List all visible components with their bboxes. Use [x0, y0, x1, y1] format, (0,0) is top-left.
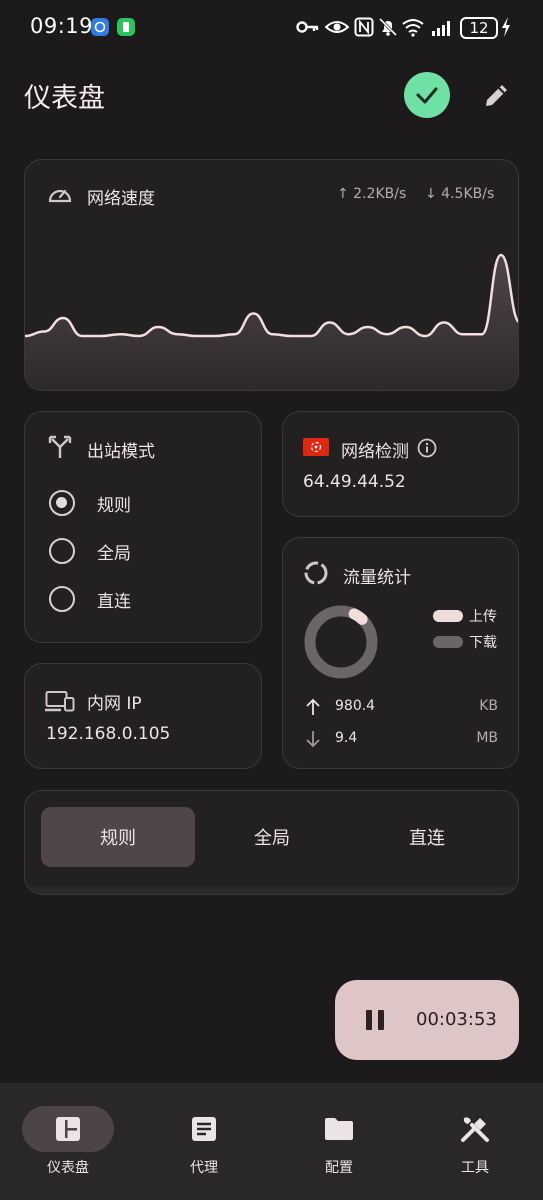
nav-proxy[interactable]: 代理: [136, 1083, 272, 1200]
upload-legend-swatch: [433, 610, 463, 622]
nfc-icon: [354, 16, 374, 38]
info-icon[interactable]: [417, 438, 437, 462]
hong-kong-flag-icon: [303, 438, 329, 460]
download-legend-swatch: [433, 636, 463, 648]
battery-app-icon: [116, 16, 136, 38]
nav-label-proxy: 代理: [190, 1160, 218, 1176]
local-ip-title: 内网 IP: [87, 694, 142, 714]
radio-button-global[interactable]: [49, 538, 75, 564]
radio-option-global[interactable]: 全局: [49, 536, 131, 566]
bottom-navigation: 仪表盘 代理 配置 工具: [0, 1083, 543, 1200]
nav-label-tools: 工具: [461, 1160, 489, 1176]
outbound-mode-title: 出站模式: [87, 442, 155, 462]
outbound-mode-card: 出站模式 规则 全局 直连: [24, 411, 262, 643]
tab-rule[interactable]: 规则: [41, 807, 195, 867]
nav-tools[interactable]: 工具: [407, 1083, 543, 1200]
eye-icon: [325, 16, 349, 38]
tools-icon: [429, 1106, 521, 1152]
upload-speed: ↑ 2.2KB/s: [337, 186, 407, 202]
call-split-icon: [47, 434, 73, 464]
battery-level: 12: [469, 19, 489, 37]
recording-timer-button[interactable]: 00:03:53: [335, 980, 519, 1060]
tab-global[interactable]: 全局: [195, 807, 349, 867]
radio-label: 直连: [97, 591, 131, 612]
download-unit: MB: [476, 730, 498, 746]
charging-bolt-icon: [500, 16, 512, 38]
folder-icon: [293, 1106, 385, 1152]
speed-chart: [25, 253, 518, 390]
mode-tab-bar: 规则 全局 直连: [24, 790, 519, 895]
tab-direct[interactable]: 直连: [350, 807, 504, 867]
download-value: 9.4: [335, 730, 358, 746]
check-icon: [416, 87, 438, 104]
download-legend-label: 下载: [469, 635, 497, 651]
pause-icon[interactable]: [365, 1009, 385, 1035]
pencil-icon: [486, 85, 507, 106]
traffic-title: 流量统计: [343, 568, 411, 588]
local-ip-value: 192.168.0.105: [46, 724, 171, 744]
status-bar: 09:19 12: [0, 0, 543, 56]
vpn-key-icon: [296, 16, 320, 38]
radio-label: 规则: [97, 495, 131, 516]
download-speed: ↓ 4.5KB/s: [425, 186, 495, 202]
app-notification-icon: [90, 16, 110, 38]
mute-bell-icon: [378, 16, 398, 38]
nav-label-config: 配置: [325, 1160, 353, 1176]
edit-button[interactable]: [478, 76, 516, 114]
public-ip: 64.49.44.52: [303, 472, 406, 492]
devices-icon: [45, 690, 75, 716]
signal-icon: [431, 16, 455, 38]
network-speed-card: 网络速度 ↑ 2.2KB/s ↓ 4.5KB/s: [24, 159, 519, 391]
speedometer-icon: [47, 182, 73, 210]
traffic-stats-card: 流量统计 上传 下载 980.4 KB 9.4 MB: [282, 537, 519, 769]
upload-unit: KB: [479, 698, 498, 714]
tab-bar-footer: [25, 887, 518, 894]
radio-button-direct[interactable]: [49, 586, 75, 612]
nav-dashboard[interactable]: 仪表盘: [0, 1083, 136, 1200]
nav-config[interactable]: 配置: [271, 1083, 407, 1200]
download-arrow-icon: [305, 730, 321, 752]
nav-label-dashboard: 仪表盘: [47, 1160, 89, 1176]
upload-legend-label: 上传: [469, 609, 497, 625]
upload-arrow-icon: [305, 698, 321, 720]
timer-text: 00:03:53: [416, 1009, 497, 1030]
status-time: 09:19: [30, 14, 94, 38]
radio-label: 全局: [97, 543, 131, 564]
page-title: 仪表盘: [24, 83, 105, 114]
speed-title: 网络速度: [87, 189, 155, 209]
radio-option-direct[interactable]: 直连: [49, 584, 131, 614]
dashboard-icon: [22, 1106, 114, 1152]
network-check-title: 网络检测: [341, 442, 409, 462]
traffic-donut-chart: [304, 605, 378, 679]
upload-value: 980.4: [335, 698, 376, 714]
radio-option-rule[interactable]: 规则: [49, 488, 131, 518]
local-ip-card: 内网 IP 192.168.0.105: [24, 663, 262, 769]
article-icon: [158, 1106, 250, 1152]
status-check-button[interactable]: [404, 72, 450, 118]
network-check-card[interactable]: 网络检测 64.49.44.52: [282, 411, 519, 517]
donut-chart-icon: [303, 560, 329, 590]
battery-icon: 12: [460, 17, 498, 39]
radio-button-rule[interactable]: [49, 490, 75, 516]
wifi-icon: [401, 16, 425, 38]
